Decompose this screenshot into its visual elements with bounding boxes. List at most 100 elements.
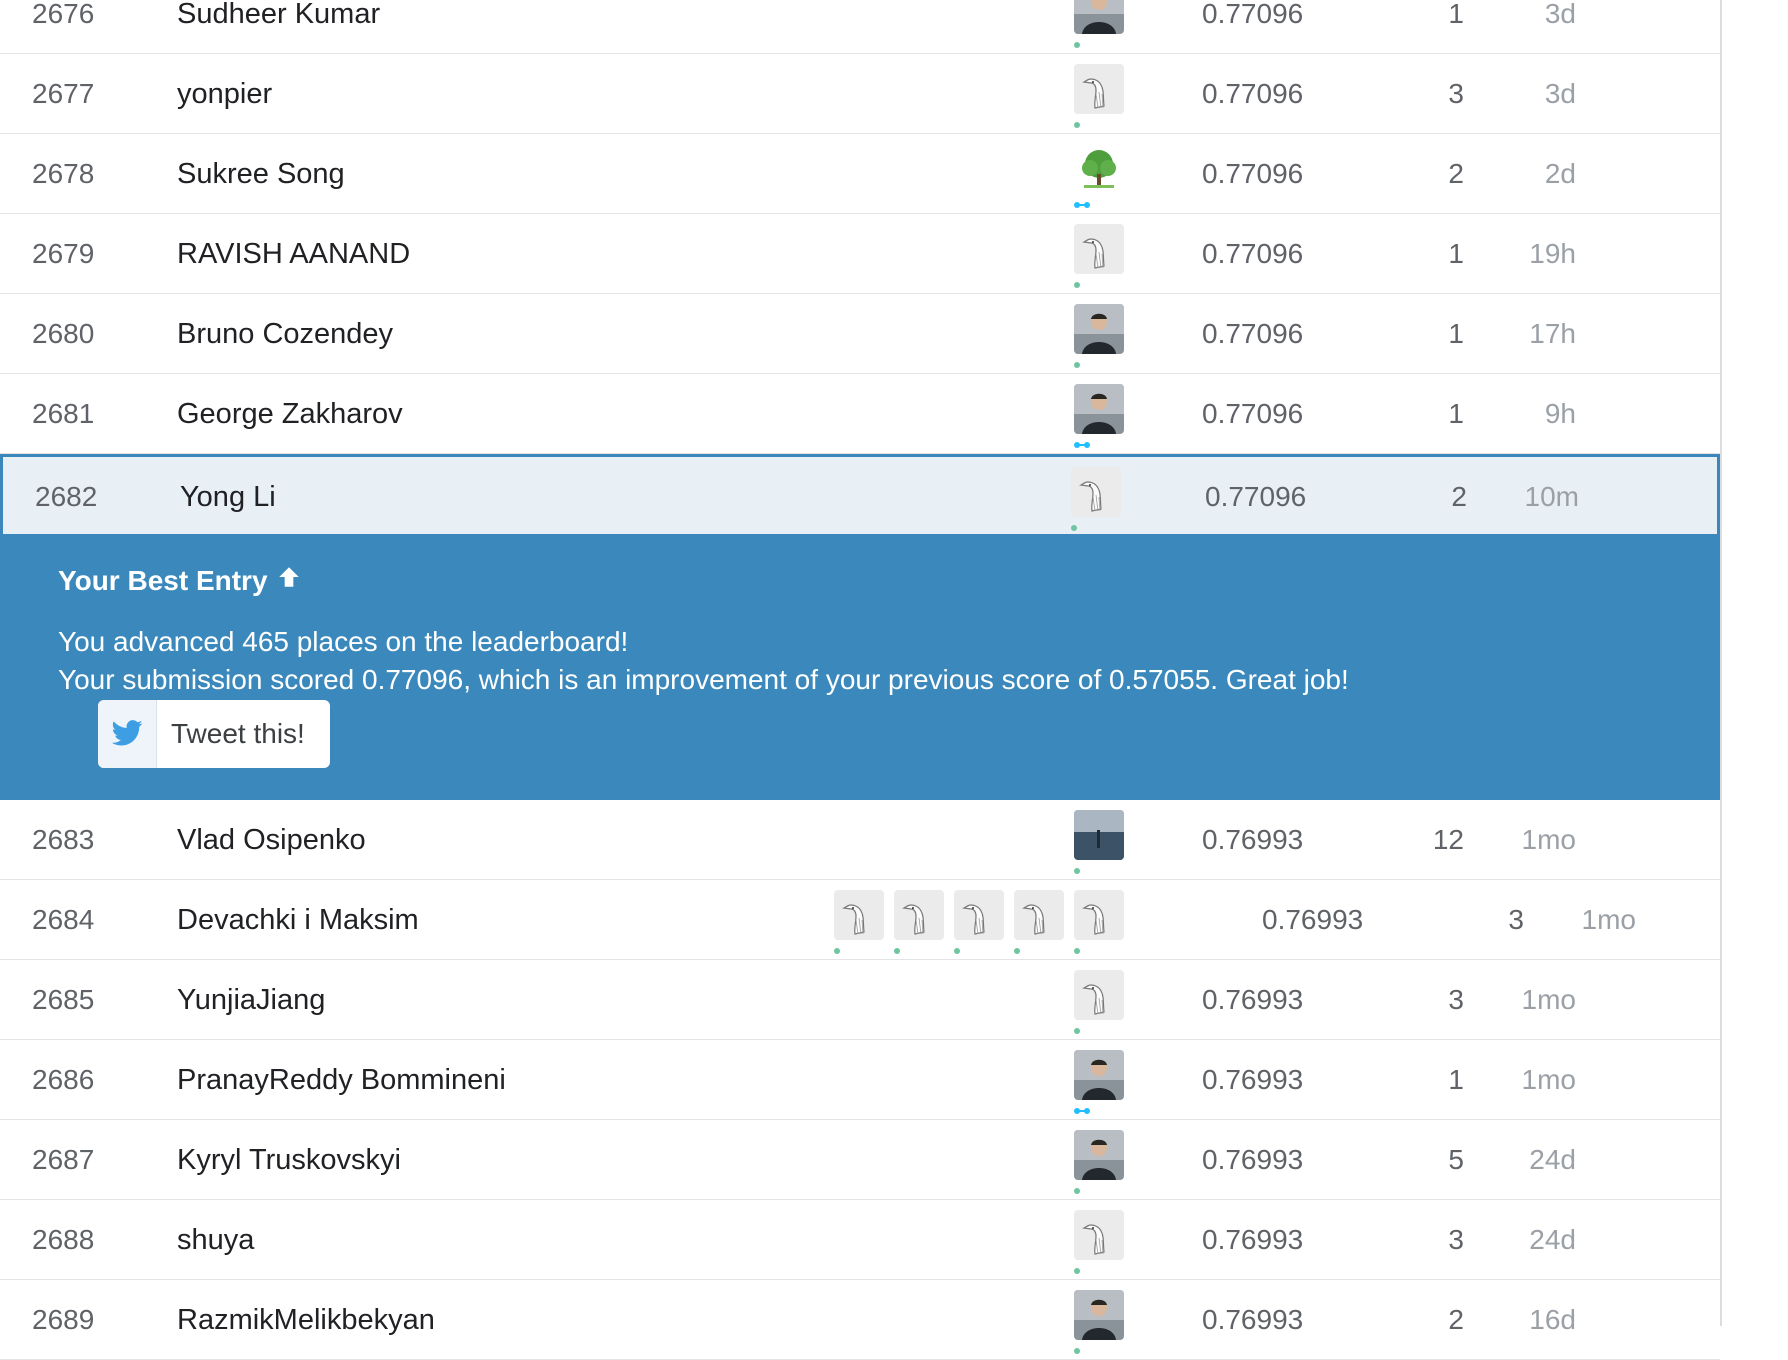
leaderboard-row[interactable]: 2676 Sudheer Kumar 0.77096 1 3d <box>0 0 1720 54</box>
team-members <box>1074 144 1124 208</box>
contributor-tier-icon <box>1074 1348 1080 1354</box>
team-name[interactable]: RAVISH AANAND <box>177 214 410 294</box>
team-members <box>1074 384 1124 448</box>
last-submission: 1mo <box>1521 824 1576 855</box>
rank: 2680 <box>32 318 95 349</box>
member-avatar[interactable] <box>1014 890 1064 954</box>
arrow-up-icon <box>276 564 302 597</box>
team-name[interactable]: Devachki i Maksim <box>177 880 419 960</box>
leaderboard-row[interactable]: 2684 Devachki i Maksim 0.76993 3 1mo <box>0 880 1720 960</box>
current-user-row[interactable]: 2682 Yong Li 0.77096 2 10m <box>0 454 1720 534</box>
score: 0.76993 <box>1202 1064 1304 1095</box>
team-name[interactable]: Bruno Cozendey <box>177 294 393 374</box>
last-submission: 1mo <box>1521 984 1576 1015</box>
tree-avatar <box>1074 144 1124 194</box>
leaderboard-row[interactable]: 2677 yonpier 0.77096 3 3d <box>0 54 1720 134</box>
banner-title-text: Your Best Entry <box>58 564 268 596</box>
member-avatar[interactable] <box>1074 1130 1124 1194</box>
member-avatar[interactable] <box>1074 384 1124 448</box>
entries-count: 3 <box>1448 984 1464 1015</box>
leaderboard-row[interactable]: 2685 YunjiaJiang 0.76993 3 1mo <box>0 960 1720 1040</box>
landscape-photo-avatar <box>1074 810 1124 860</box>
member-avatar[interactable] <box>1074 1210 1124 1274</box>
goose-default-avatar <box>1014 890 1064 940</box>
novice-tier-icon <box>1074 202 1094 208</box>
rank: 2678 <box>32 158 95 189</box>
leaderboard-row[interactable]: 2678 Sukree Song 0.77096 2 2d <box>0 134 1720 214</box>
team-members <box>1074 64 1124 128</box>
team-name[interactable]: yonpier <box>177 54 272 134</box>
person-photo-avatar <box>1074 304 1124 354</box>
member-avatar[interactable] <box>1074 970 1124 1034</box>
leaderboard-row[interactable]: 2687 Kyryl Truskovskyi 0.76993 5 24d <box>0 1120 1720 1200</box>
member-avatar[interactable] <box>1074 1290 1124 1354</box>
member-avatar[interactable] <box>1074 144 1124 208</box>
leaderboard-row[interactable]: 2683 Vlad Osipenko 0.76993 12 1mo <box>0 800 1720 880</box>
member-avatar[interactable] <box>834 890 884 954</box>
rank: 2676 <box>32 0 95 29</box>
team-name[interactable]: Sudheer Kumar <box>177 0 380 54</box>
leaderboard-row[interactable]: 2689 RazmikMelikbekyan 0.76993 2 16d <box>0 1280 1720 1360</box>
contributor-tier-icon <box>1074 282 1080 288</box>
score: 0.77096 <box>1202 398 1304 429</box>
tweet-button[interactable]: Tweet this! <box>98 700 330 768</box>
member-avatar[interactable] <box>1074 890 1124 954</box>
leaderboard-row[interactable]: 2681 George Zakharov 0.77096 1 9h <box>0 374 1720 454</box>
contributor-tier-icon <box>1071 525 1077 531</box>
last-submission: 10m <box>1524 481 1579 512</box>
member-avatar[interactable] <box>1074 0 1124 48</box>
leaderboard-row[interactable]: 2688 shuya 0.76993 3 24d <box>0 1200 1720 1280</box>
score: 0.77096 <box>1202 318 1304 349</box>
score: 0.76993 <box>1202 1144 1304 1175</box>
team-name[interactable]: PranayReddy Bommineni <box>177 1040 506 1120</box>
leaderboard-row[interactable]: 2686 PranayReddy Bommineni 0.76993 1 1mo <box>0 1040 1720 1120</box>
last-submission: 1mo <box>1581 904 1636 935</box>
team-name[interactable]: Kyryl Truskovskyi <box>177 1120 401 1200</box>
score: 0.77096 <box>1202 158 1304 189</box>
rank: 2687 <box>32 1144 95 1175</box>
team-name[interactable]: Yong Li <box>180 457 276 537</box>
member-avatar[interactable] <box>1074 224 1124 288</box>
goose-default-avatar <box>894 890 944 940</box>
leaderboard-row[interactable]: 2679 RAVISH AANAND 0.77096 1 19h <box>0 214 1720 294</box>
member-avatar[interactable] <box>1071 467 1121 531</box>
contributor-tier-icon <box>1074 1268 1080 1274</box>
last-submission: 1mo <box>1521 1064 1576 1095</box>
banner-title: Your Best Entry <box>58 564 1720 597</box>
leaderboard-rows-below: 2683 Vlad Osipenko 0.76993 12 1mo 2684 Devachk… <box>0 800 1720 1360</box>
last-submission: 9h <box>1544 398 1576 429</box>
leaderboard-rows-above: 2676 Sudheer Kumar 0.77096 1 3d 2677 yonpier 0.… <box>0 0 1720 454</box>
contributor-tier-icon <box>1074 362 1080 368</box>
team-name[interactable]: Vlad Osipenko <box>177 800 366 880</box>
member-avatar[interactable] <box>1074 64 1124 128</box>
rank: 2683 <box>32 824 95 855</box>
contributor-tier-icon <box>1074 122 1080 128</box>
team-name[interactable]: Sukree Song <box>177 134 345 214</box>
entries-count: 2 <box>1448 158 1464 189</box>
contributor-tier-icon <box>1014 948 1020 954</box>
contributor-tier-icon <box>894 948 900 954</box>
last-submission: 24d <box>1529 1224 1576 1255</box>
member-avatar[interactable] <box>1074 810 1124 874</box>
leaderboard-row[interactable]: 2680 Bruno Cozendey 0.77096 1 17h <box>0 294 1720 374</box>
member-avatar[interactable] <box>1074 1050 1124 1114</box>
team-name[interactable]: YunjiaJiang <box>177 960 325 1040</box>
rank: 2679 <box>32 238 95 269</box>
team-name[interactable]: RazmikMelikbekyan <box>177 1280 435 1360</box>
person-photo-avatar <box>1074 1050 1124 1100</box>
team-name[interactable]: George Zakharov <box>177 374 403 454</box>
member-avatar[interactable] <box>894 890 944 954</box>
team-members <box>1074 0 1124 48</box>
team-members <box>1074 810 1124 874</box>
person-photo-avatar <box>1074 0 1124 34</box>
person-photo-avatar <box>1074 384 1124 434</box>
team-name[interactable]: shuya <box>177 1200 254 1280</box>
team-members <box>1074 1130 1124 1194</box>
member-avatar[interactable] <box>954 890 1004 954</box>
last-submission: 16d <box>1529 1304 1576 1335</box>
member-avatar[interactable] <box>1074 304 1124 368</box>
entries-count: 12 <box>1432 824 1464 855</box>
contributor-tier-icon <box>834 948 840 954</box>
team-members <box>1074 970 1124 1034</box>
score: 0.76993 <box>1202 1224 1304 1255</box>
